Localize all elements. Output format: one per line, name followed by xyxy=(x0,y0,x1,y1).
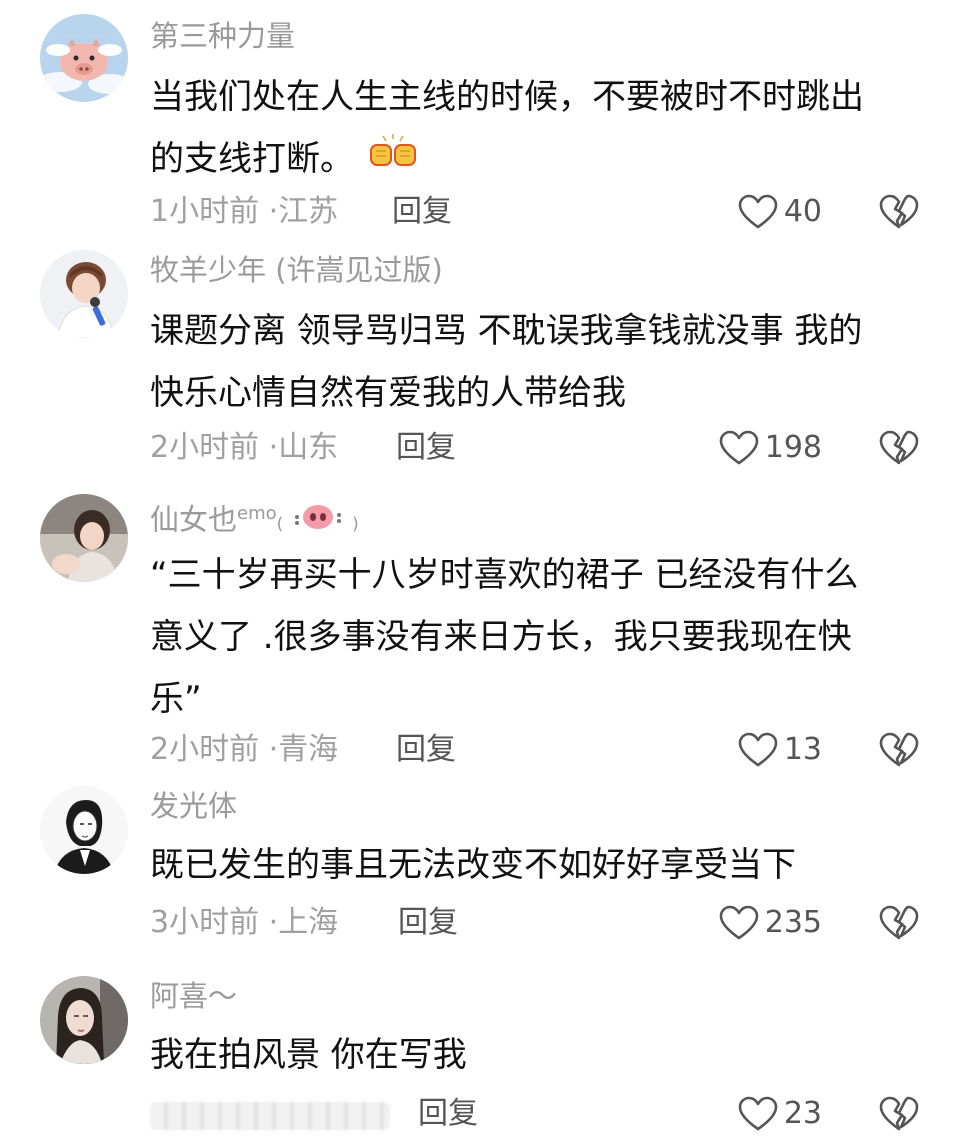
comment-meta: 2小时前 ·山东 xyxy=(150,428,338,468)
dislike-button[interactable] xyxy=(878,903,920,943)
comment-meta: 2小时前 ·青海 xyxy=(150,730,338,770)
separator: · xyxy=(268,194,279,229)
like-button[interactable]: 235 xyxy=(719,903,822,943)
comment-text: 既已发生的事且无法改变不如好好享受当下 xyxy=(150,834,920,896)
username[interactable]: 仙女也emo( ) xyxy=(150,494,359,545)
timestamp: 2小时前 xyxy=(150,430,260,465)
singer-avatar-icon xyxy=(40,250,128,338)
dislike-button[interactable] xyxy=(878,192,920,232)
heart-outline-icon xyxy=(738,1096,778,1132)
username[interactable]: 阿喜～ xyxy=(150,976,237,1016)
comment-text: 课题分离 领导骂归骂 不耽误我拿钱就没事 我的 快乐心情自然有爱我的人带给我 xyxy=(150,300,920,424)
comment-line: 课题分离 领导骂归骂 不耽误我拿钱就没事 我的 xyxy=(150,311,863,351)
like-count: 13 xyxy=(783,732,822,767)
broken-heart-icon xyxy=(879,194,919,230)
woman-portrait-avatar-icon xyxy=(40,976,128,1064)
comment-meta: 3小时前 ·上海 xyxy=(150,903,338,943)
obscured-meta xyxy=(150,1102,390,1130)
location: 江苏 xyxy=(278,194,339,229)
reply-button[interactable]: 回复 xyxy=(396,730,456,770)
pig-nose-emoji-icon xyxy=(289,501,347,543)
heart-outline-icon xyxy=(738,194,778,230)
like-button[interactable]: 198 xyxy=(719,428,822,468)
flying-pig-avatar-icon xyxy=(40,14,128,102)
avatar[interactable] xyxy=(40,14,128,102)
fist-bump-emoji-icon xyxy=(368,130,418,192)
avatar[interactable] xyxy=(40,250,128,338)
username[interactable]: 牧羊少年 (许嵩见过版) xyxy=(150,250,443,290)
avatar[interactable] xyxy=(40,494,128,582)
location: 山东 xyxy=(278,430,339,465)
comment-line: 我在拍风景 你在写我 xyxy=(150,1035,467,1075)
like-count: 235 xyxy=(764,905,822,940)
separator: · xyxy=(268,905,279,940)
separator: · xyxy=(268,430,279,465)
broken-heart-icon xyxy=(879,732,919,768)
broken-heart-icon xyxy=(879,430,919,466)
timestamp: 1小时前 xyxy=(150,194,260,229)
reply-button[interactable]: 回复 xyxy=(398,903,458,943)
dislike-button[interactable] xyxy=(878,730,920,770)
like-button[interactable]: 40 xyxy=(738,192,822,232)
heart-outline-icon xyxy=(738,732,778,768)
comment-meta: 1小时前 ·江苏 xyxy=(150,192,338,232)
like-button[interactable]: 23 xyxy=(738,1094,822,1134)
comment-text: 当我们处在人生主线的时候，不要被时不时跳出 的支线打断。 xyxy=(150,66,920,192)
like-count: 40 xyxy=(783,194,822,229)
comment-line: 快乐心情自然有爱我的人带给我 xyxy=(150,373,626,413)
like-count: 23 xyxy=(783,1096,822,1131)
reply-button[interactable]: 回复 xyxy=(396,428,456,468)
comment-line: 既已发生的事且无法改变不如好好享受当下 xyxy=(150,845,796,885)
broken-heart-icon xyxy=(879,1096,919,1132)
comment-line: 意义了 .很多事没有来日方长，我只要我现在快 xyxy=(150,617,852,657)
sketch-person-avatar-icon xyxy=(40,786,128,874)
dislike-button[interactable] xyxy=(878,1094,920,1134)
avatar[interactable] xyxy=(40,976,128,1064)
heart-outline-icon xyxy=(719,905,759,941)
girl-avatar-icon xyxy=(40,494,128,582)
timestamp: 2小时前 xyxy=(150,732,260,767)
broken-heart-icon xyxy=(879,905,919,941)
username[interactable]: 发光体 xyxy=(150,786,237,826)
comment-text: 我在拍风景 你在写我 xyxy=(150,1024,920,1086)
location: 上海 xyxy=(278,905,339,940)
comment-line: 当我们处在人生主线的时候，不要被时不时跳出 xyxy=(150,77,864,117)
username[interactable]: 第三种力量 xyxy=(150,16,295,56)
like-button[interactable]: 13 xyxy=(738,730,822,770)
avatar[interactable] xyxy=(40,786,128,874)
dislike-button[interactable] xyxy=(878,428,920,468)
heart-outline-icon xyxy=(719,430,759,466)
comment-text: “三十岁再买十八岁时喜欢的裙子 已经没有什么 意义了 .很多事没有来日方长，我只… xyxy=(150,544,920,730)
location: 青海 xyxy=(278,732,339,767)
separator: · xyxy=(268,732,279,767)
comment-line: “三十岁再买十八岁时喜欢的裙子 已经没有什么 xyxy=(150,555,859,595)
comment-line: 乐” xyxy=(150,679,202,719)
username-sup: emo xyxy=(237,503,277,524)
comment-line: 的支线打断。 xyxy=(150,128,920,192)
reply-button[interactable]: 回复 xyxy=(392,192,452,232)
reply-button[interactable]: 回复 xyxy=(418,1094,478,1134)
timestamp: 3小时前 xyxy=(150,905,260,940)
like-count: 198 xyxy=(764,430,822,465)
